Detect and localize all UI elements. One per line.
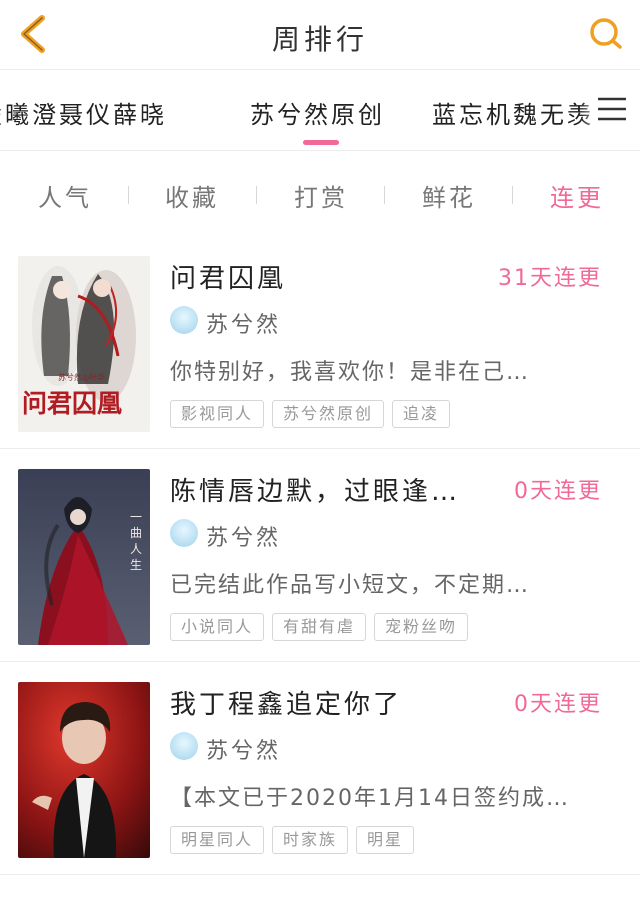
menu-icon (598, 97, 626, 121)
divider (128, 186, 129, 204)
tag-list: 明星同人 时家族 明星 (170, 826, 415, 856)
filter-popularity[interactable]: 人气 (38, 178, 92, 213)
cover-title: 问君囚凰 (22, 389, 123, 418)
cover-illustration (18, 682, 150, 858)
tab-indicator (303, 140, 339, 145)
book-title[interactable]: 陈情唇边默，过眼逢… (170, 471, 490, 508)
tab-item[interactable]: 蓝忘机魏无羡 (432, 95, 594, 130)
divider (512, 186, 513, 204)
tag-list: 影视同人 苏兮然原创 追凌 (170, 400, 451, 430)
category-tabs: 凌曦澄聂仪薛晓 苏兮然原创 蓝忘机魏无羡 (0, 71, 640, 151)
avatar (170, 732, 198, 760)
tag[interactable]: 明星 (356, 826, 415, 854)
top-bar: 周排行 (0, 0, 640, 70)
avatar (170, 306, 198, 334)
filter-favorites[interactable]: 收藏 (165, 178, 219, 213)
book-description: 你特别好，我喜欢你！是非在己… (170, 360, 531, 385)
tag-list: 小说同人 有甜有虐 宠粉丝吻 (170, 613, 469, 643)
tag[interactable]: 追凌 (392, 400, 451, 428)
author-name: 苏兮然 (206, 313, 282, 338)
book-list-item[interactable]: 我丁程鑫追定你了 0天连更 苏兮然 【本文已于2020年1月14日签约成… 明星… (0, 662, 640, 875)
cover-subtitle: 苏兮然◎叶华 (58, 373, 105, 382)
divider (256, 186, 257, 204)
tab-item-selected[interactable]: 苏兮然原创 (250, 95, 385, 130)
avatar (170, 519, 198, 547)
update-streak: 0天连更 (514, 479, 602, 504)
update-streak: 31天连更 (498, 266, 602, 291)
tag[interactable]: 时家族 (272, 826, 349, 854)
book-description: 已完结此作品写小短文，不定期… (170, 573, 531, 598)
author-name: 苏兮然 (206, 739, 282, 764)
search-icon (590, 18, 622, 49)
divider (384, 186, 385, 204)
filter-tips[interactable]: 打赏 (294, 178, 348, 213)
tag[interactable]: 影视同人 (170, 400, 265, 428)
book-cover[interactable]: 一曲人生 (18, 469, 150, 645)
search-button[interactable] (586, 14, 626, 54)
author-name: 苏兮然 (206, 526, 282, 551)
book-description: 【本文已于2020年1月14日签约成… (170, 786, 570, 811)
book-cover[interactable]: 苏兮然◎叶华 问君囚凰 (18, 256, 150, 432)
filter-consecutive-updates[interactable]: 连更 (550, 178, 604, 213)
tag[interactable]: 明星同人 (170, 826, 265, 854)
filter-flowers[interactable]: 鲜花 (422, 178, 476, 213)
tab-item[interactable]: 凌曦澄聂仪薛晓 (0, 95, 167, 130)
cover-title: 一曲人生 (130, 510, 143, 572)
book-list-item[interactable]: 苏兮然◎叶华 问君囚凰 问君囚凰 31天连更 苏兮然 你特别好，我喜欢你！是非在… (0, 236, 640, 449)
update-streak: 0天连更 (514, 692, 602, 717)
menu-button[interactable] (594, 91, 630, 127)
tag[interactable]: 苏兮然原创 (272, 400, 385, 428)
book-cover[interactable] (18, 682, 150, 858)
book-title[interactable]: 我丁程鑫追定你了 (170, 684, 490, 721)
page-title: 周排行 (271, 23, 368, 56)
book-title[interactable]: 问君囚凰 (170, 258, 490, 295)
tag[interactable]: 宠粉丝吻 (374, 613, 469, 641)
tag[interactable]: 有甜有虐 (272, 613, 367, 641)
ranking-filters: 人气 收藏 打赏 鲜花 连更 (0, 152, 640, 236)
book-list-item[interactable]: 一曲人生 陈情唇边默，过眼逢… 0天连更 苏兮然 已完结此作品写小短文，不定期…… (0, 449, 640, 662)
tag[interactable]: 小说同人 (170, 613, 265, 641)
